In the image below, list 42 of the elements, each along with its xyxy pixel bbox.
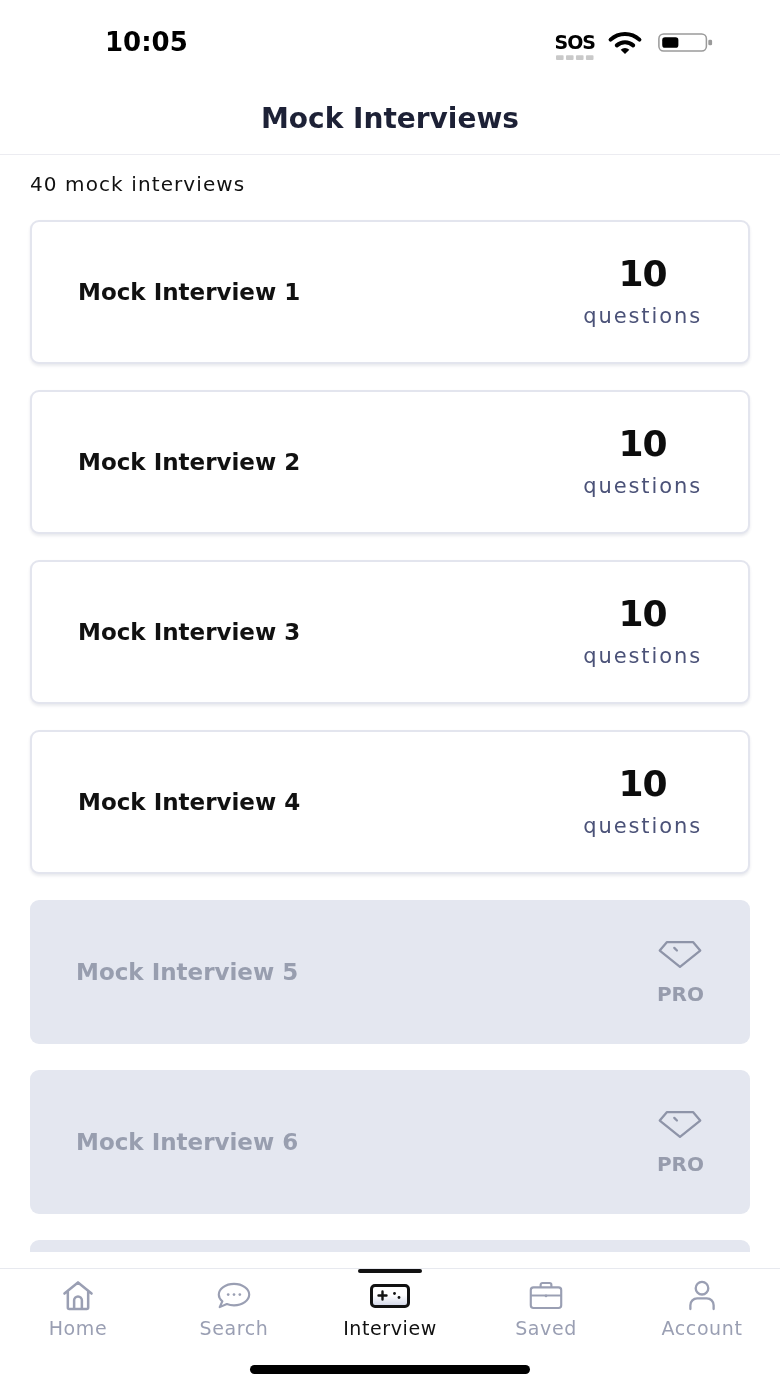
tab-button[interactable]: Account [624, 1269, 780, 1345]
interview-card[interactable]: Mock Interview 1 10 questions [30, 220, 750, 364]
pro-label: PRO [656, 1152, 704, 1175]
questions-label: questions [583, 643, 702, 669]
interview-count: 40 mock interviews [30, 172, 247, 196]
signal-dots-icon [555, 54, 594, 60]
questions-label: questions [583, 813, 702, 839]
wifi-icon [607, 30, 643, 55]
interview-title: Mock Interview 1 [78, 278, 301, 306]
gamepad-icon [370, 1284, 410, 1308]
battery-icon [657, 33, 714, 52]
tab-button[interactable]: Search [156, 1269, 312, 1345]
sos-label: SOS [554, 31, 595, 52]
diamond-icon [658, 939, 703, 969]
interview-title: Mock Interview 6 [76, 1128, 299, 1156]
tab-button[interactable]: Home [0, 1269, 156, 1345]
tab-button[interactable]: Interview [312, 1269, 468, 1345]
interview-card[interactable]: Mock Interview 4 10 questions [30, 730, 750, 874]
screen-title: Mock Interviews [261, 101, 519, 136]
home-icon [61, 1280, 95, 1311]
interview-card[interactable]: Mock Interview 3 10 questions [30, 560, 750, 704]
tab-button[interactable]: Saved [468, 1269, 624, 1345]
question-count: 10 [618, 255, 667, 293]
status-time: 10:05 [105, 26, 188, 57]
question-count: 10 [618, 765, 667, 803]
briefcase-icon [529, 1280, 563, 1311]
locked-interview-card[interactable]: Mock Interview 5 PRO [30, 900, 750, 1044]
active-tab-indicator [358, 1269, 422, 1273]
interview-title: Mock Interview 4 [78, 788, 301, 816]
diamond-icon [658, 1109, 703, 1139]
questions-label: questions [583, 473, 702, 499]
interview-title: Mock Interview 3 [78, 618, 301, 646]
locked-interview-card[interactable] [30, 1240, 750, 1252]
question-count: 10 [618, 425, 667, 463]
pro-label: PRO [656, 982, 704, 1005]
locked-interview-card[interactable]: Mock Interview 6 PRO [30, 1070, 750, 1214]
speech-bubble-icon [217, 1280, 251, 1311]
interview-title: Mock Interview 5 [76, 958, 299, 986]
question-count: 10 [618, 595, 667, 633]
interview-card[interactable]: Mock Interview 2 10 questions [30, 390, 750, 534]
questions-label: questions [583, 303, 702, 329]
interview-title: Mock Interview 2 [78, 448, 301, 476]
